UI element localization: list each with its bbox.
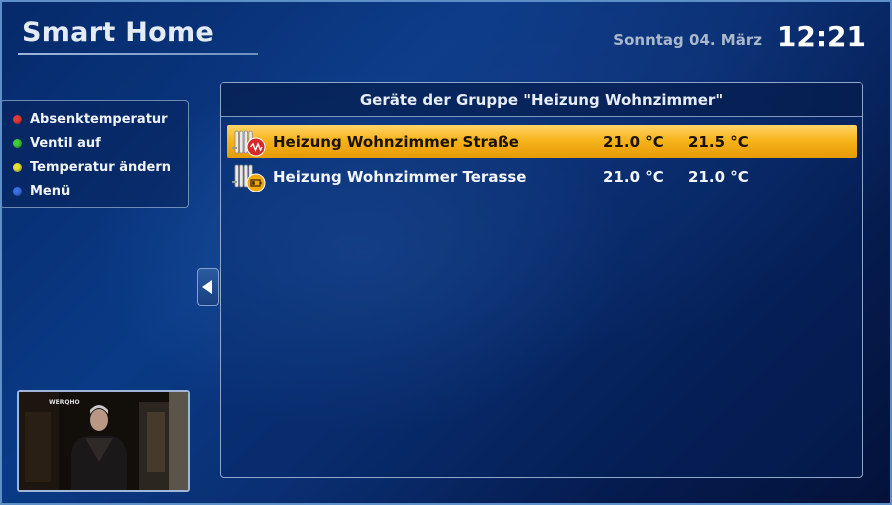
device-list-panel: Geräte der Gruppe "Heizung Wohnzimmer" H… — [220, 82, 863, 478]
target-temperature: 21.0 °C — [688, 167, 749, 186]
header-time: 12:21 — [776, 20, 866, 53]
device-name: Heizung Wohnzimmer Terasse — [273, 167, 527, 186]
smart-home-screen: Smart Home Sonntag 04. März 12:21 Absenk… — [0, 0, 892, 505]
device-row-strasse[interactable]: Heizung Wohnzimmer Straße 21.0 °C 21.5 °… — [227, 125, 857, 158]
panel-title: Geräte der Gruppe "Heizung Wohnzimmer" — [221, 83, 862, 117]
legend-label: Ventil auf — [30, 135, 101, 151]
target-temperature: 21.5 °C — [688, 132, 749, 151]
legend-item-green[interactable]: Ventil auf — [13, 131, 188, 155]
green-key-dot — [13, 138, 22, 148]
header-date: Sonntag 04. März — [613, 31, 762, 49]
red-key-dot — [13, 114, 22, 124]
title-underline — [18, 53, 258, 55]
legend-label: Absenktemperatur — [30, 111, 168, 127]
legend-label: Temperatur ändern — [30, 159, 172, 175]
battery-badge — [246, 173, 266, 192]
app-title: Smart Home — [22, 17, 215, 48]
radiator-icon — [231, 162, 267, 192]
video-caption: WERQHO — [49, 399, 80, 406]
tv-preview-image — [19, 392, 188, 490]
back-button[interactable] — [197, 268, 219, 306]
legend-item-yellow[interactable]: Temperatur ändern — [13, 155, 188, 179]
color-key-legend: Absenktemperatur Ventil auf Temperatur ä… — [2, 100, 189, 208]
current-temperature: 21.0 °C — [603, 167, 664, 186]
tv-preview-window[interactable]: WERQHO — [17, 390, 190, 492]
yellow-key-dot — [13, 162, 22, 172]
legend-label: Menü — [30, 183, 71, 199]
legend-item-blue[interactable]: Menü — [13, 179, 188, 203]
legend-item-red[interactable]: Absenktemperatur — [13, 107, 188, 131]
blue-key-dot — [13, 186, 22, 196]
chevron-left-icon — [202, 280, 212, 294]
device-row-terasse[interactable]: Heizung Wohnzimmer Terasse 21.0 °C 21.0 … — [227, 160, 857, 193]
device-name: Heizung Wohnzimmer Straße — [273, 132, 519, 151]
current-temperature: 21.0 °C — [603, 132, 664, 151]
radiator-icon — [231, 127, 267, 157]
